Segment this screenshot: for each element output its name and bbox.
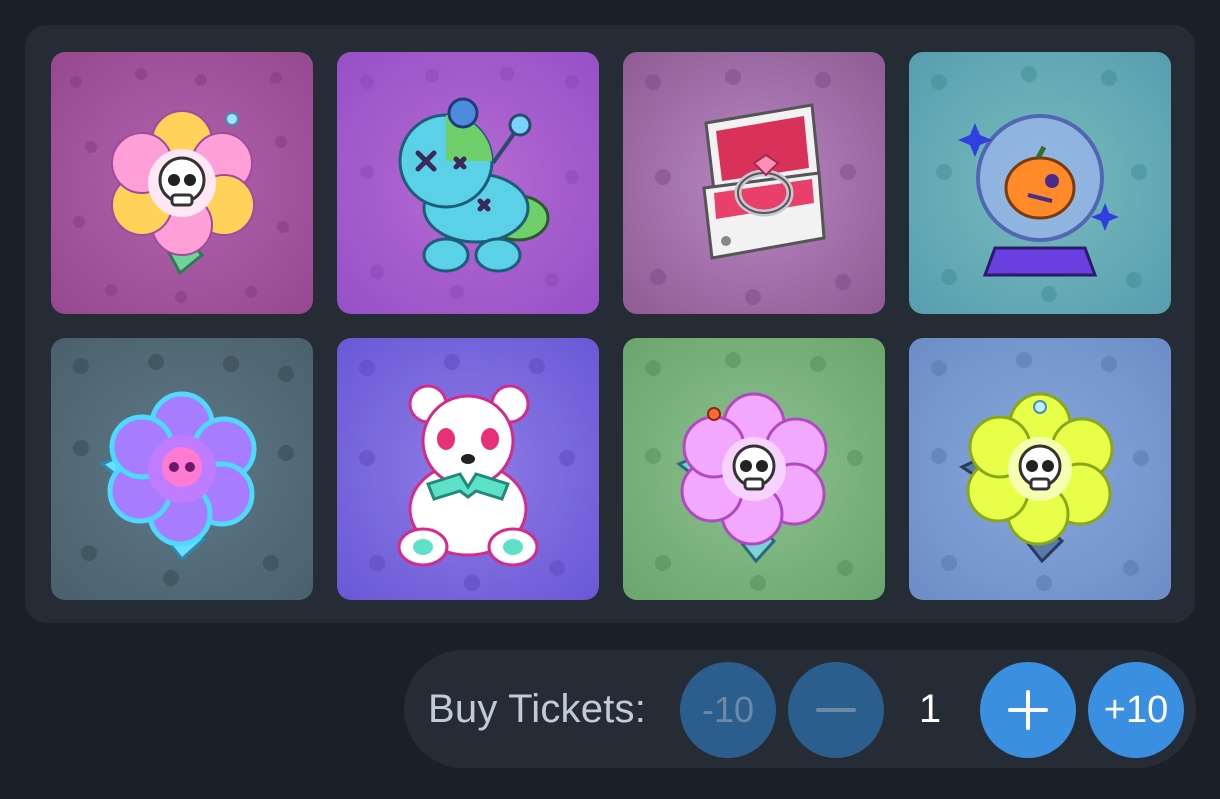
decrement-button[interactable] (788, 662, 884, 758)
plus-icon (1008, 690, 1048, 730)
skull-flower-lilac-icon (676, 392, 828, 564)
plus-10-label: +10 (1103, 688, 1169, 731)
items-grid (51, 52, 1171, 600)
minus-10-label: -10 (701, 689, 755, 730)
ring-box-icon (702, 103, 826, 260)
item-tile-voodoo-doll[interactable] (337, 52, 599, 314)
pumpkin-crystal-ball-icon (958, 114, 1119, 277)
voodoo-doll-icon (398, 97, 550, 273)
skull-flower-yellow-icon (958, 392, 1114, 564)
item-tile-skull-flower-lilac[interactable] (623, 338, 885, 600)
item-tile-teddy-bear[interactable] (337, 338, 599, 600)
items-panel (25, 25, 1195, 623)
minus-icon (816, 708, 856, 712)
skull-flower-pink-icon (111, 110, 255, 276)
ticket-quantity: 1 (918, 687, 942, 731)
item-tile-pumpkin-crystal-ball[interactable] (909, 52, 1171, 314)
increment-button[interactable] (980, 662, 1076, 758)
item-tile-skull-flower-yellow[interactable] (909, 338, 1171, 600)
item-tile-skull-flower-pink[interactable] (51, 52, 313, 314)
minus-10-button[interactable]: -10 (680, 662, 776, 758)
buy-tickets-bar: Buy Tickets: -10 1 +10 (404, 650, 1196, 768)
item-tile-ring-box[interactable] (623, 52, 885, 314)
item-tile-skull-flower-cyan[interactable] (51, 338, 313, 600)
buy-tickets-label: Buy Tickets: (428, 687, 647, 731)
teddy-bear-icon (397, 384, 539, 567)
skull-flower-cyan-icon (99, 391, 257, 562)
plus-10-button[interactable]: +10 (1088, 662, 1184, 758)
